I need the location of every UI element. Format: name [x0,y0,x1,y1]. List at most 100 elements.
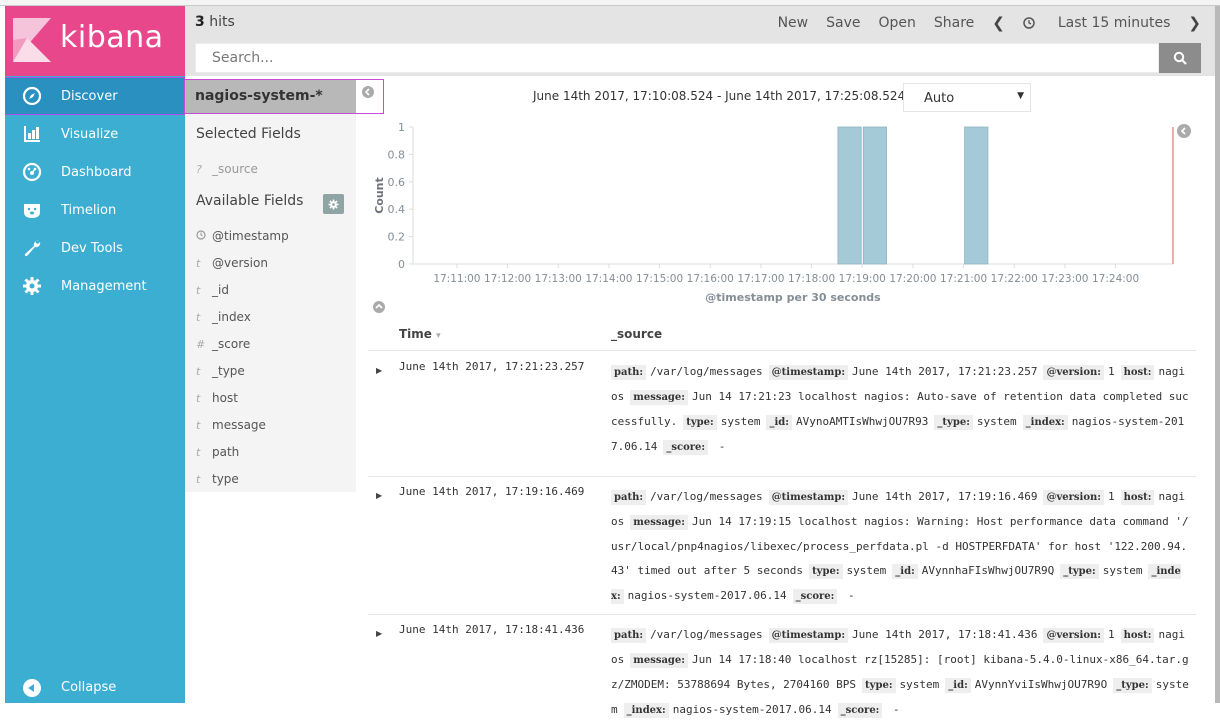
sidebar-item-label: Discover [61,88,118,104]
field-item[interactable]: @timestamp [196,229,289,243]
sidebar-item-management[interactable]: Management [5,267,185,305]
source-field-key: @version: [1043,490,1104,505]
share-button[interactable]: Share [934,15,974,31]
collapse-fields-icon[interactable] [362,86,374,98]
source-field-key: _type: [1060,564,1099,579]
time-picker-button[interactable]: Last 15 minutes [1023,15,1170,31]
x-tick-label: 17:22:00 [991,273,1038,285]
source-field-value: system [846,564,887,577]
source-field-value: - [886,703,900,716]
sort-desc-icon[interactable]: ▾ [436,331,441,341]
expand-row-icon[interactable]: ▶ [376,366,382,375]
y-tick-label: 0.6 [388,176,406,189]
wrench-icon [24,240,41,257]
source-field-value: AVynnYviIsWhwjOU7R9O [974,678,1108,691]
kibana-logo[interactable]: kibana [5,6,185,76]
save-button[interactable]: Save [826,15,860,31]
hits-label: hits [204,14,235,30]
top-menu: New Save Open Share ❮ Last 15 minutes ❯ [760,14,1201,32]
x-tick-label: 17:23:00 [1041,273,1088,285]
kibana-window: kibana Discover Visualize Dashboard Time… [0,0,1220,718]
fields-panel: Selected Fields ? _source Available Fiel… [185,114,356,492]
field-item[interactable]: t path [196,445,239,459]
bar-chart-icon [24,126,40,142]
field-settings-button[interactable] [323,194,344,214]
source-field-key: _score: [837,703,883,718]
clock-icon [1023,17,1035,29]
sidebar-item-visualize[interactable]: Visualize [5,115,185,153]
field-name: @timestamp [212,229,289,243]
source-field-key: host: [1120,365,1155,380]
field-item[interactable]: t _id [196,283,229,297]
source-field-value: AVynnhaFIsWhwjOU7R9Q [921,564,1055,577]
row-time: June 14th 2017, 17:21:23.257 [399,360,585,373]
source-field-key: type: [683,415,717,430]
time-prev-icon[interactable]: ❮ [992,14,1005,32]
sidebar-nav: Discover Visualize Dashboard Timelion De… [5,77,185,305]
field-item[interactable]: t type [196,472,239,486]
field-item[interactable]: ? _source [196,162,258,176]
row-source: path:/var/log/messages @timestamp: June 14… [611,623,1191,723]
header-divider [368,350,1196,351]
sidebar-item-label: Timelion [61,202,117,218]
collapse-legend-icon[interactable] [1177,124,1191,138]
field-item[interactable]: # _score [196,337,250,351]
source-field-key: _id: [766,415,792,430]
unknown-type-icon: ? [196,162,202,176]
field-item[interactable]: t _type [196,364,245,378]
new-button[interactable]: New [778,15,809,31]
source-field-key: _score: [663,440,709,455]
collapse-sidebar-button[interactable]: Collapse [5,673,185,703]
open-button[interactable]: Open [878,15,915,31]
x-axis-label: @timestamp per 30 seconds [705,291,881,304]
string-type-icon: t [196,364,201,378]
field-item[interactable]: t @version [196,256,268,270]
x-tick-label: 17:15:00 [636,273,683,285]
sidebar-item-dev-tools[interactable]: Dev Tools [5,229,185,267]
search-input[interactable] [196,44,1158,72]
row-time: June 14th 2017, 17:18:41.436 [399,623,585,636]
x-tick-label: 17:16:00 [687,273,734,285]
field-item[interactable]: t _index [196,310,251,324]
field-item[interactable]: t host [196,391,238,405]
y-tick-label: 0.2 [388,231,406,244]
expand-row-icon[interactable]: ▶ [376,629,382,638]
source-field-value: June 14th 2017, 17:18:41.436 [852,628,1038,641]
expand-row-icon[interactable]: ▶ [376,491,382,500]
timelion-bear-icon [24,204,40,218]
histogram-bar [862,126,887,265]
time-next-icon[interactable]: ❯ [1188,14,1201,32]
string-type-icon: t [196,445,201,459]
source-field-value: /var/log/messages [650,490,763,503]
page-scrollbar[interactable] [1215,6,1220,703]
gear-icon [23,277,41,295]
sidebar-item-dashboard[interactable]: Dashboard [5,153,185,191]
source-field-value: - [712,440,726,453]
app-name: kibana [60,20,164,55]
search-button[interactable] [1159,43,1201,73]
interval-select[interactable]: Auto ▼ [903,83,1031,112]
source-field-key: type: [862,678,896,693]
sidebar-item-label: Management [61,278,147,294]
toggle-chart-icon[interactable] [373,301,385,313]
index-pattern-selector[interactable]: nagios-system-* [185,80,356,113]
column-header-source: _source [611,327,663,341]
source-field-key: _id: [945,678,971,693]
source-field-key: @version: [1043,365,1104,380]
x-tick-label: 17:20:00 [889,273,936,285]
sidebar-item-discover[interactable]: Discover [5,77,185,115]
column-header-time[interactable]: Time ▾ [399,327,441,341]
field-item[interactable]: t message [196,418,266,432]
x-tick-label: 17:24:00 [1092,273,1139,285]
source-field-key: message: [630,390,688,405]
source-field-key: @timestamp: [768,365,849,380]
source-field-key: _type: [1113,678,1152,693]
compass-icon [22,86,42,106]
interval-value: Auto [924,91,955,106]
hits-count: 3 hits [195,14,235,30]
sidebar-item-timelion[interactable]: Timelion [5,191,185,229]
field-name: _type [212,364,245,378]
sidebar-item-label: Dev Tools [61,240,123,256]
field-name: path [212,445,240,459]
selected-fields-title: Selected Fields [196,126,301,142]
